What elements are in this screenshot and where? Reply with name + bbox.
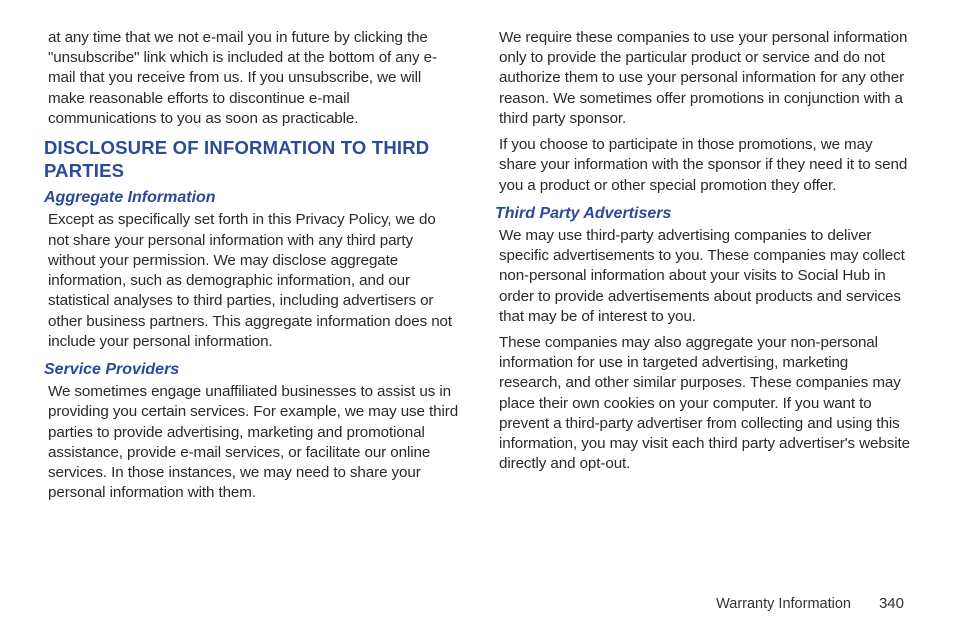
footer-page-number: 340 bbox=[879, 595, 904, 612]
subheading-third-party-advertisers: Third Party Advertisers bbox=[495, 204, 910, 223]
body-paragraph: We require these companies to use your p… bbox=[499, 28, 910, 129]
body-paragraph: If you choose to participate in those pr… bbox=[499, 135, 910, 196]
body-paragraph: We may use third-party advertising compa… bbox=[499, 226, 910, 327]
para-block: We may use third-party advertising compa… bbox=[495, 226, 910, 481]
right-column: We require these companies to use your p… bbox=[495, 28, 910, 585]
left-column: at any time that we not e-mail you in fu… bbox=[44, 28, 459, 585]
columns: at any time that we not e-mail you in fu… bbox=[44, 28, 910, 585]
para-block: at any time that we not e-mail you in fu… bbox=[44, 28, 459, 135]
para-block: We require these companies to use your p… bbox=[495, 28, 910, 202]
body-paragraph: Except as specifically set forth in this… bbox=[48, 210, 459, 352]
body-paragraph: at any time that we not e-mail you in fu… bbox=[48, 28, 459, 129]
subheading-service-providers: Service Providers bbox=[44, 360, 459, 379]
page-footer: Warranty Information 340 bbox=[44, 585, 910, 612]
heading-disclosure: Disclosure of Information to Third Parti… bbox=[44, 137, 459, 182]
para-block: We sometimes engage unaffiliated busines… bbox=[44, 382, 459, 509]
para-block: Except as specifically set forth in this… bbox=[44, 210, 459, 358]
body-paragraph: We sometimes engage unaffiliated busines… bbox=[48, 382, 459, 503]
footer-section-label: Warranty Information bbox=[716, 596, 851, 612]
page: at any time that we not e-mail you in fu… bbox=[0, 0, 954, 636]
subheading-aggregate: Aggregate Information bbox=[44, 188, 459, 207]
body-paragraph: These companies may also aggregate your … bbox=[499, 333, 910, 475]
